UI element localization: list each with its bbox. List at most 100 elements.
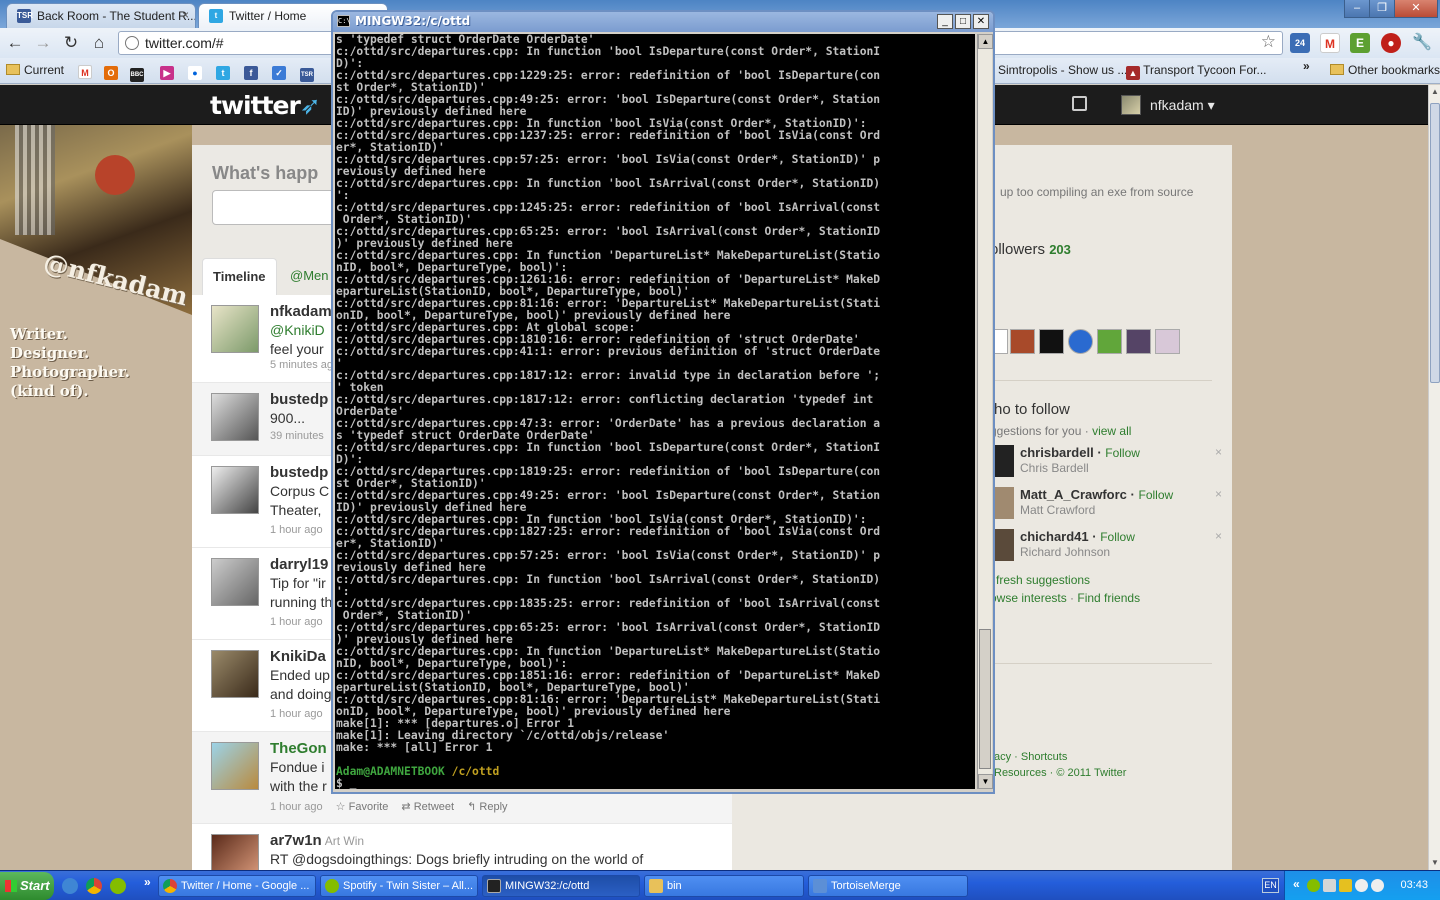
network-icon[interactable] [1323,879,1336,892]
tweet-time[interactable]: 1 hour ago [270,524,323,536]
spotify-icon[interactable] [110,878,126,894]
follower-avatar[interactable] [1155,329,1180,354]
console-titlebar[interactable]: C:\ MINGW32:/c/ottd _ □ ✕ [333,12,993,32]
page-scrollbar[interactable]: ▲ ▼ [1428,85,1440,870]
dismiss-icon[interactable]: × [1215,487,1222,501]
suggestion-user[interactable]: chrisbardell · Follow [1020,445,1140,460]
followers-heading[interactable]: ollowers 203 [990,241,1071,258]
shield-icon[interactable] [1339,879,1352,892]
scroll-up-icon[interactable]: ▲ [978,34,993,49]
adblock-icon[interactable]: ● [1381,33,1401,53]
bookmark-current[interactable]: Current [6,63,64,77]
evernote-icon[interactable]: E [1350,33,1370,53]
follow-button[interactable]: Follow [1100,530,1135,544]
bookmarks-overflow[interactable]: » [1303,59,1310,73]
tweet-author[interactable]: darryl19 [270,556,328,573]
maximize-button[interactable]: ❐ [1369,0,1395,18]
avatar[interactable] [211,466,259,514]
avatar[interactable] [992,529,1014,561]
bookmark-twitter[interactable]: t [216,63,230,80]
bookmark-transport-tycoon[interactable]: ▲ Transport Tycoon For... [1126,63,1267,80]
footer-links[interactable]: acy · Shortcuts [994,751,1067,763]
console-scrollbar[interactable]: ▲ ▼ [977,34,993,789]
ie-icon[interactable] [62,878,78,894]
scrollbar-thumb[interactable] [1430,103,1440,383]
retweet-button[interactable]: ⇄ Retweet [401,801,454,813]
taskbar-item-chrome[interactable]: Twitter / Home - Google ... [158,875,316,897]
follower-avatar[interactable] [1068,329,1093,354]
tweet[interactable]: ar7w1n Art Win RT @dogsdoingthings: Dogs … [192,824,732,870]
reload-icon[interactable]: ↻ [60,33,82,53]
tweet-author[interactable]: bustedp [270,391,328,408]
maximize-button[interactable]: □ [955,14,971,29]
find-friends-link[interactable]: Find friends [1077,591,1140,605]
follow-button[interactable]: Follow [1138,488,1173,502]
forward-icon[interactable]: → [32,33,54,53]
bookmark-player[interactable]: ▶ [160,63,174,80]
volume-icon[interactable] [1371,879,1384,892]
avatar[interactable] [992,487,1014,519]
suggestion-user[interactable]: chichard41 · Follow [1020,529,1135,544]
back-icon[interactable]: ← [4,33,26,53]
reply-button[interactable]: ↰ Reply [467,801,507,813]
console-window[interactable]: C:\ MINGW32:/c/ottd _ □ ✕ s 'typedef str… [331,10,995,794]
account-menu[interactable]: nfkadam ▾ [1150,97,1215,114]
favorite-button[interactable]: ☆ Favorite [336,801,389,813]
suggestion-item[interactable]: chrisbardell · Follow Chris Bardell × [992,445,1222,485]
tweet-time[interactable]: 39 minutes [270,430,324,442]
bookmark-office[interactable]: O [104,63,118,80]
minimize-button[interactable]: – [1344,0,1370,18]
tweet-time[interactable]: 1 hour ago [270,616,323,628]
bookmark-other[interactable]: Other bookmarks [1330,63,1440,77]
tweet-time[interactable]: 5 minutes ag [270,359,333,371]
close-button[interactable]: ✕ [1394,0,1438,18]
taskbar-item-spotify[interactable]: Spotify - Twin Sister – All... [320,875,478,897]
follower-avatar[interactable] [1097,329,1122,354]
bookmark-gmail[interactable]: M [78,63,92,79]
bookmark-flickr[interactable]: ● [188,63,202,80]
tweet-time[interactable]: 1 hour ago [270,708,323,720]
minimize-button[interactable]: _ [937,14,953,29]
home-icon[interactable]: ⌂ [88,33,110,53]
console-cursor-line[interactable]: $ _ [336,778,975,790]
follower-avatar[interactable] [994,329,1008,354]
tab-student-room[interactable]: TSR Back Room - The Student R... × [6,3,196,28]
avatar[interactable] [211,305,259,353]
view-all-link[interactable]: view all [1092,424,1131,438]
suggestion-item[interactable]: chichard41 · Follow Richard Johnson × [992,529,1222,569]
chrome-icon[interactable] [86,878,102,894]
tweet-author[interactable]: KnikiDa [270,648,326,665]
spotify-tray-icon[interactable] [1307,879,1320,892]
tweet-author[interactable]: TheGon [270,740,327,757]
close-button[interactable]: ✕ [973,14,989,29]
taskbar-item-bin[interactable]: bin [644,875,804,897]
scroll-down-icon[interactable]: ▼ [1429,856,1440,870]
dismiss-icon[interactable]: × [1215,445,1222,459]
messenger-icon[interactable] [1355,879,1368,892]
footer-links[interactable]: Resources · © 2011 Twitter [994,767,1126,779]
taskbar-item-mingw[interactable]: MINGW32:/c/ottd [482,875,640,897]
gmail-icon[interactable]: M [1320,33,1340,53]
bookmark-tasks[interactable]: ✓ [272,63,286,80]
bookmark-bbc[interactable]: BBC [130,63,144,82]
star-icon[interactable]: ☆ [1261,32,1276,52]
tab-mentions[interactable]: @Men [280,258,339,295]
avatar[interactable] [211,650,259,698]
bookmark-simtropolis[interactable]: Simtropolis - Show us ... [998,63,1127,77]
bookmark-facebook[interactable]: f [244,63,258,80]
refresh-suggestions-link[interactable]: fresh suggestions [996,573,1090,587]
close-icon[interactable]: × [182,8,189,22]
scroll-up-icon[interactable]: ▲ [1429,85,1440,99]
tweet-author[interactable]: bustedp [270,464,328,481]
bookmark-tsr[interactable]: TSR [300,63,314,82]
rss-icon[interactable]: 24 [1290,33,1310,53]
avatar[interactable] [211,558,259,606]
taskbar-item-tortoisemerge[interactable]: TortoiseMerge [808,875,968,897]
avatar[interactable] [211,393,259,441]
twitter-logo[interactable]: twitter➶ [210,91,321,120]
follower-avatar[interactable] [1126,329,1151,354]
follower-avatar[interactable] [1039,329,1064,354]
avatar[interactable] [211,834,259,870]
suggestion-item[interactable]: Matt_A_Crawforc · Follow Matt Crawford × [992,487,1222,527]
scrollbar-thumb[interactable] [979,629,991,769]
